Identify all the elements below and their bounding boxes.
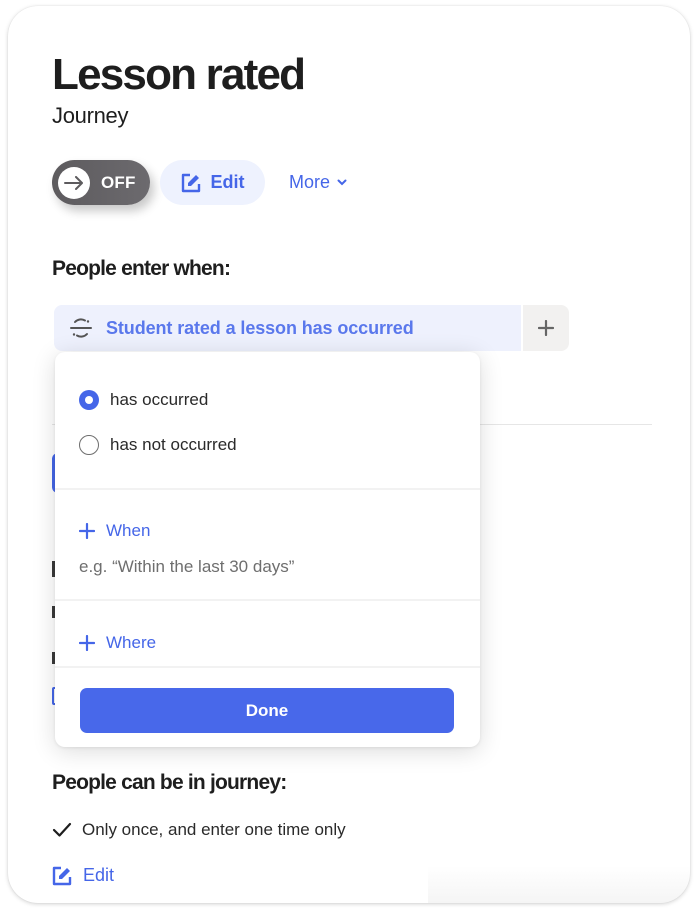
- event-icon: [70, 318, 92, 338]
- toggle-label: OFF: [101, 172, 136, 192]
- frequency-edit-button[interactable]: Edit: [52, 865, 114, 886]
- more-label: More: [289, 172, 331, 192]
- option-label: has occurred: [110, 390, 209, 409]
- option-has-not-occurred[interactable]: has not occurred: [79, 435, 237, 455]
- add-condition-button[interactable]: [523, 305, 569, 351]
- toolbar: OFF Edit More: [52, 160, 347, 205]
- option-has-occurred[interactable]: has occurred: [79, 390, 208, 410]
- where-label: Where: [106, 633, 157, 652]
- popover-divider: [55, 599, 480, 601]
- when-label: When: [106, 521, 151, 540]
- frequency-heading: People can be in journey:: [52, 771, 287, 794]
- radio-selected[interactable]: [79, 390, 99, 410]
- edit-icon: [181, 173, 200, 192]
- journey-toggle[interactable]: OFF: [52, 160, 150, 205]
- chevron-down-icon: [337, 179, 347, 186]
- option-label: has not occurred: [110, 435, 237, 454]
- radio-unselected[interactable]: [79, 435, 99, 455]
- journey-card: Lesson rated Journey OFF Edit More Peopl: [8, 6, 690, 903]
- add-when-button[interactable]: When: [79, 521, 150, 541]
- entry-trigger[interactable]: Student rated a lesson has occurred: [54, 305, 521, 351]
- trigger-label: Student rated a lesson has occurred: [106, 317, 414, 338]
- plus-icon: [538, 320, 554, 336]
- entry-trigger-row: Student rated a lesson has occurred: [54, 305, 569, 351]
- edit-button-label: Edit: [210, 172, 245, 192]
- done-button[interactable]: Done: [80, 688, 454, 733]
- page-title: Lesson rated: [52, 50, 306, 99]
- add-where-button[interactable]: Where: [79, 633, 156, 653]
- frequency-value: Only once, and enter one time only: [82, 820, 346, 839]
- more-dropdown[interactable]: More: [289, 172, 347, 193]
- frequency-edit-label: Edit: [83, 865, 115, 885]
- plus-icon: [79, 635, 95, 651]
- page-subtitle: Journey: [52, 103, 129, 128]
- popover-divider: [55, 488, 480, 490]
- arrow-right-icon: [64, 175, 83, 190]
- entry-heading: People enter when:: [52, 257, 231, 280]
- bottom-shadow: [428, 866, 690, 903]
- trigger-options-popover: has occurred has not occurred When e.g. …: [55, 352, 480, 747]
- edit-icon: [52, 866, 72, 885]
- plus-icon: [79, 523, 95, 539]
- popover-divider: [55, 666, 480, 668]
- toggle-knob: [58, 166, 90, 199]
- checkmark-icon: [52, 822, 72, 837]
- edit-button[interactable]: Edit: [160, 160, 265, 205]
- frequency-value-row: Only once, and enter one time only: [52, 820, 346, 840]
- when-hint: e.g. “Within the last 30 days”: [79, 557, 295, 576]
